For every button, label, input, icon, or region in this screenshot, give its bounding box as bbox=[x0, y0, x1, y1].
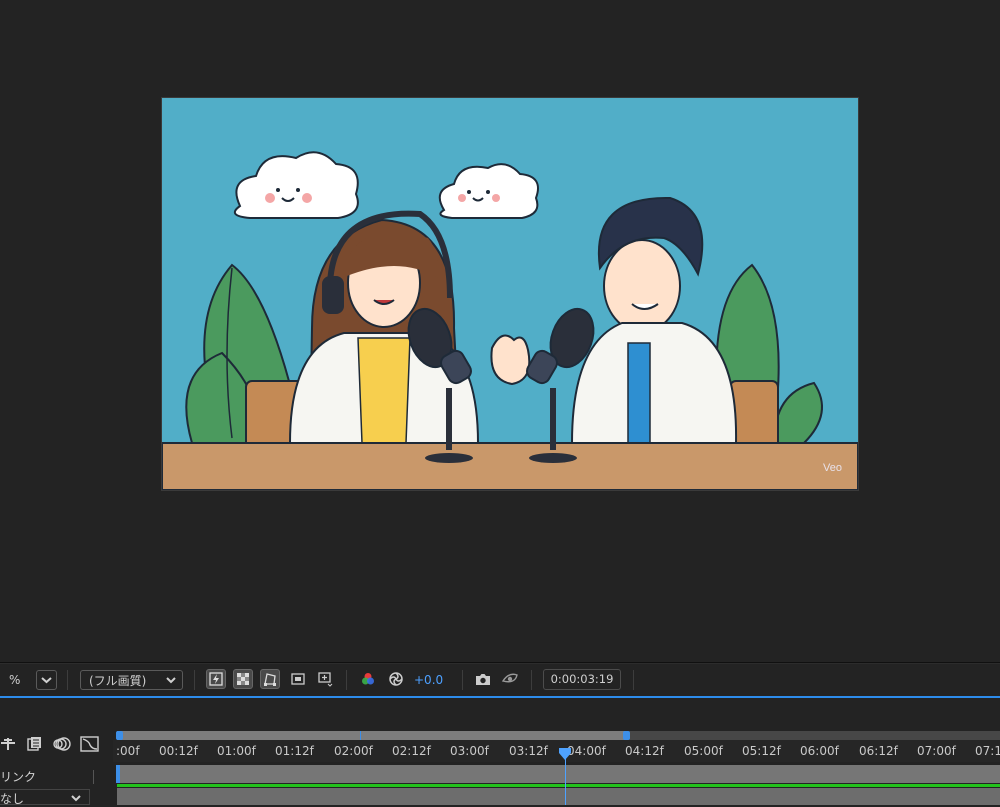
work-area-bar[interactable] bbox=[117, 731, 627, 740]
exposure-value[interactable]: +0.0 bbox=[414, 670, 443, 690]
composition-viewer: Veo bbox=[0, 0, 1000, 660]
chevron-down-icon bbox=[166, 677, 176, 684]
mask-path-icon bbox=[264, 673, 276, 686]
mask-path-button[interactable] bbox=[260, 669, 280, 689]
safe-margins-button[interactable] bbox=[315, 669, 335, 689]
transparency-grid-icon bbox=[237, 673, 249, 685]
snapshot-icon bbox=[476, 674, 490, 685]
frame-blending-icon[interactable] bbox=[27, 736, 43, 752]
graph-editor-icon[interactable] bbox=[80, 735, 100, 753]
viewer-toolbar: % (フル画質) +0.0 0:00:03:19 bbox=[0, 663, 1000, 696]
ruler-tick: 03:12f bbox=[509, 744, 548, 758]
region-of-interest-button[interactable] bbox=[288, 669, 308, 689]
toolbar-separator bbox=[633, 670, 634, 690]
toolbar-separator bbox=[194, 670, 195, 690]
layer-in-point-handle[interactable] bbox=[116, 765, 120, 783]
ruler-tick: 00:12f bbox=[159, 744, 198, 758]
fast-preview-icon bbox=[209, 672, 223, 686]
chevron-down-icon bbox=[71, 795, 81, 802]
show-snapshot-button[interactable] bbox=[500, 669, 520, 689]
resolution-dropdown[interactable]: (フル画質) bbox=[80, 670, 183, 690]
ruler-tick: :00f bbox=[116, 744, 140, 758]
work-area-end-handle[interactable] bbox=[623, 731, 630, 740]
work-area-track[interactable] bbox=[627, 731, 1000, 740]
playhead-icon[interactable] bbox=[558, 747, 572, 761]
color-channel-icon bbox=[362, 673, 374, 685]
toolbar-separator bbox=[346, 670, 347, 690]
time-ruler[interactable]: :00f 00:12f 01:00f 01:12f 02:00f 02:12f … bbox=[113, 740, 1000, 762]
take-snapshot-button[interactable] bbox=[473, 669, 493, 689]
transparency-grid-button[interactable] bbox=[233, 669, 253, 689]
playhead-line bbox=[565, 756, 566, 805]
reset-exposure-button[interactable] bbox=[386, 669, 406, 689]
ruler-tick: 05:00f bbox=[684, 744, 723, 758]
parent-dropdown[interactable]: なし bbox=[0, 789, 90, 806]
resolution-value: (フル画質) bbox=[89, 674, 147, 688]
zoom-percent-label: % bbox=[9, 673, 21, 687]
layer-duration-bar[interactable] bbox=[117, 765, 1000, 783]
ruler-tick: 06:12f bbox=[859, 744, 898, 758]
fast-preview-button[interactable] bbox=[206, 669, 226, 689]
work-area-start-handle[interactable] bbox=[116, 731, 123, 740]
ruler-tick: 03:00f bbox=[450, 744, 489, 758]
ruler-tick: 05:12f bbox=[742, 744, 781, 758]
ruler-tick: 04:00f bbox=[567, 744, 606, 758]
podcast-illustration bbox=[162, 98, 858, 490]
ruler-tick: 07:00f bbox=[917, 744, 956, 758]
color-channel-button[interactable] bbox=[358, 669, 378, 689]
toolbar-separator bbox=[462, 670, 463, 690]
ruler-tick: 02:12f bbox=[392, 744, 431, 758]
current-time-display[interactable]: 0:00:03:19 bbox=[543, 669, 621, 690]
motion-blur-icon[interactable] bbox=[53, 736, 71, 752]
shy-layers-icon[interactable] bbox=[0, 737, 16, 751]
ruler-tick: 02:00f bbox=[334, 744, 373, 758]
parent-value: なし bbox=[0, 792, 25, 806]
reset-exposure-icon bbox=[389, 672, 403, 686]
ruler-tick: 06:00f bbox=[800, 744, 839, 758]
composition-frame[interactable]: Veo bbox=[161, 97, 859, 491]
layer-duration-bar-2[interactable] bbox=[117, 788, 1000, 805]
show-snapshot-icon bbox=[501, 673, 518, 683]
ruler-tick: 07:1 bbox=[975, 744, 1000, 758]
ruler-tick: 01:00f bbox=[217, 744, 256, 758]
chevron-down-icon bbox=[41, 677, 52, 684]
region-of-interest-icon bbox=[291, 673, 305, 685]
toolbar-separator bbox=[67, 670, 68, 690]
layer-track-indicator bbox=[117, 784, 1000, 787]
layer-controls-panel: リンク なし bbox=[0, 698, 113, 806]
safe-margins-icon bbox=[318, 672, 333, 687]
zoom-dropdown[interactable] bbox=[36, 670, 57, 690]
ruler-tick: 04:12f bbox=[625, 744, 664, 758]
toolbar-separator bbox=[531, 670, 532, 690]
work-area-marker bbox=[360, 731, 361, 740]
ruler-tick: 01:12f bbox=[275, 744, 314, 758]
watermark: Veo bbox=[823, 462, 842, 474]
parent-link-header: リンク bbox=[0, 770, 37, 784]
column-divider bbox=[93, 770, 94, 784]
